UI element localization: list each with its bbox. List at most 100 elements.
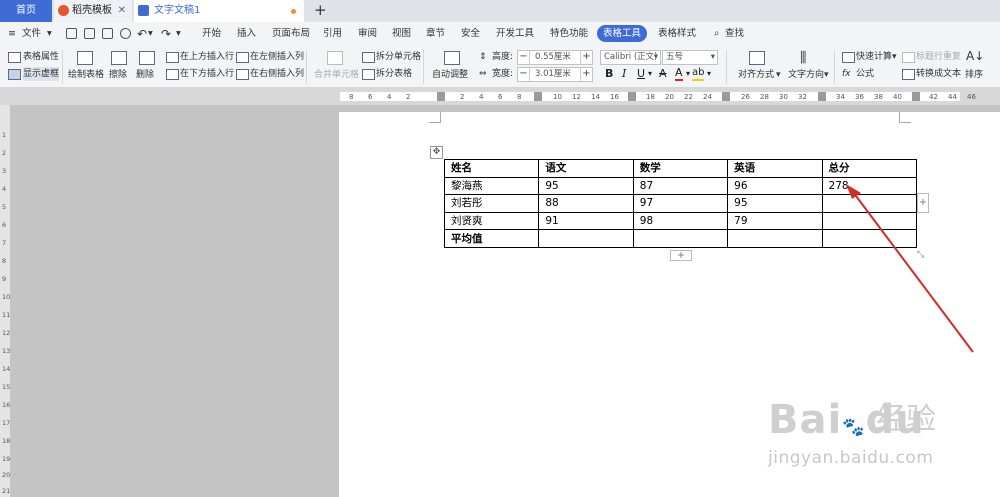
undo-icon[interactable]: ↶ — [137, 22, 147, 46]
chevron-down-icon[interactable]: ▾ — [707, 67, 711, 81]
column-marker[interactable] — [818, 92, 826, 101]
chevron-down-icon[interactable]: ▾ — [892, 50, 897, 64]
table-cell[interactable]: 88 — [538, 194, 634, 213]
sort-button[interactable]: 排序 — [965, 68, 983, 82]
total-cell[interactable]: 278 — [821, 176, 918, 196]
italic-button[interactable]: I — [622, 67, 626, 81]
column-marker[interactable] — [912, 92, 920, 101]
table-cell[interactable]: 97 — [632, 194, 729, 213]
total-cell[interactable] — [821, 211, 918, 231]
insert-row-below-button[interactable]: 在下方插入行 — [180, 67, 234, 81]
table-cell[interactable] — [538, 229, 634, 248]
table-cell[interactable]: 95 — [538, 176, 634, 196]
table-cell[interactable]: 96 — [727, 176, 823, 196]
table-move-handle-icon[interactable]: ✥ — [430, 146, 443, 159]
menu-search[interactable]: 查找 — [725, 22, 744, 46]
table-header-cell[interactable]: 总分 — [821, 159, 918, 178]
add-column-button[interactable]: + — [917, 193, 929, 213]
menu-insert[interactable]: 插入 — [237, 22, 256, 46]
table-cell[interactable]: 91 — [538, 211, 634, 231]
chevron-down-icon[interactable]: ▾ — [776, 68, 781, 82]
menu-view[interactable]: 视图 — [392, 22, 411, 46]
tab-template[interactable]: 稻壳模板 ✕ — [54, 0, 132, 22]
hamburger-icon[interactable]: ≡ — [8, 22, 16, 46]
table-cell[interactable]: 刘贤爽 — [443, 211, 540, 231]
vertical-ruler[interactable]: 1 2 3 4 5 6 7 8 9 10 11 12 13 14 15 16 1… — [0, 105, 10, 497]
export-pdf-icon[interactable] — [84, 28, 95, 39]
minus-icon[interactable]: − — [518, 51, 530, 64]
menu-page-layout[interactable]: 页面布局 — [272, 22, 310, 46]
underline-button[interactable]: U — [637, 67, 645, 81]
score-table[interactable]: 姓名 语文 数学 英语 总分 黎海燕 95 87 96 278 刘若彤 88 9… — [443, 159, 918, 248]
convert-to-text-button[interactable]: 转换成文本 — [916, 67, 961, 81]
font-name-select[interactable]: Calibri (正文) ▾ — [600, 50, 661, 65]
menu-security[interactable]: 安全 — [461, 22, 480, 46]
table-header-cell[interactable]: 姓名 — [443, 159, 540, 178]
alignment-button[interactable]: 对齐方式 — [738, 68, 774, 82]
new-tab-plus-icon[interactable]: + — [314, 1, 327, 19]
show-gridlines-button[interactable]: 显示虚框 — [23, 67, 60, 81]
minus-icon[interactable]: − — [518, 68, 530, 81]
menu-developer[interactable]: 开发工具 — [496, 22, 534, 46]
erase-button[interactable]: 擦除 — [109, 68, 127, 82]
menu-chapter[interactable]: 章节 — [426, 22, 445, 46]
text-direction-button[interactable]: 文字方向 — [788, 68, 824, 82]
table-cell[interactable]: 98 — [632, 211, 729, 231]
menu-review[interactable]: 审阅 — [358, 22, 377, 46]
font-size-select[interactable]: 五号 ▾ — [662, 50, 718, 65]
auto-fit-button[interactable]: 自动调整 — [432, 68, 468, 82]
table-header-cell[interactable]: 数学 — [632, 159, 729, 178]
draw-table-button[interactable]: 绘制表格 — [68, 68, 104, 82]
table-cell[interactable]: 95 — [727, 194, 823, 213]
tab-document[interactable]: 文字文稿1 — [134, 0, 304, 22]
formula-button[interactable]: 公式 — [856, 67, 874, 81]
chevron-down-icon[interactable]: ▾ — [824, 68, 829, 82]
height-stepper[interactable]: − 0.55厘米 + — [517, 50, 593, 65]
font-color-button[interactable]: A — [675, 67, 683, 81]
redo-icon[interactable]: ↷ — [161, 22, 171, 46]
print-preview-icon[interactable] — [120, 28, 131, 39]
merge-cells-button[interactable]: 合并单元格 — [314, 68, 359, 82]
repeat-header-button[interactable]: 标题行重复 — [916, 50, 961, 64]
chevron-down-icon[interactable]: ▾ — [47, 22, 52, 46]
table-properties-button[interactable]: 表格属性 — [23, 50, 59, 64]
table-header-cell[interactable]: 英语 — [727, 159, 823, 178]
menu-features[interactable]: 特色功能 — [550, 22, 588, 46]
column-marker[interactable] — [534, 92, 542, 101]
search-icon[interactable]: ⌕ — [714, 22, 719, 46]
column-marker[interactable] — [722, 92, 730, 101]
close-icon[interactable]: ✕ — [118, 0, 126, 22]
table-cell[interactable] — [632, 229, 729, 248]
insert-column-right-button[interactable]: 在右侧插入列 — [250, 67, 304, 81]
chevron-down-icon[interactable]: ▾ — [148, 22, 153, 46]
table-cell[interactable]: 87 — [632, 176, 729, 196]
column-marker[interactable] — [628, 92, 636, 101]
total-cell[interactable] — [821, 229, 918, 248]
add-row-button[interactable]: + — [670, 250, 692, 261]
bold-button[interactable]: B — [605, 67, 613, 81]
column-marker[interactable] — [437, 92, 445, 101]
table-cell[interactable]: 黎海燕 — [443, 176, 540, 196]
insert-column-left-button[interactable]: 在左侧插入列 — [250, 50, 304, 64]
table-cell[interactable]: 平均值 — [443, 229, 540, 248]
total-cell[interactable] — [821, 194, 918, 213]
table-cell[interactable]: 刘若彤 — [443, 194, 540, 213]
plus-icon[interactable]: + — [580, 68, 592, 81]
tab-home[interactable]: 首页 — [0, 0, 52, 22]
menu-file[interactable]: 文件 — [22, 22, 41, 46]
quick-calc-button[interactable]: 快速计算 — [856, 50, 892, 64]
table-resize-handle-icon[interactable]: ⤡ — [917, 250, 927, 260]
print-icon[interactable] — [102, 28, 113, 39]
plus-icon[interactable]: + — [580, 51, 592, 64]
menu-references[interactable]: 引用 — [323, 22, 342, 46]
menu-start[interactable]: 开始 — [202, 22, 221, 46]
chevron-down-icon[interactable]: ▾ — [686, 67, 690, 81]
table-cell[interactable] — [727, 229, 823, 248]
table-cell[interactable]: 79 — [727, 211, 823, 231]
chevron-down-icon[interactable]: ▾ — [648, 67, 652, 81]
menu-table-tools[interactable]: 表格工具 — [597, 25, 648, 42]
split-cells-button[interactable]: 拆分单元格 — [376, 50, 421, 64]
strikethrough-button[interactable]: A — [659, 67, 667, 81]
split-table-button[interactable]: 拆分表格 — [376, 67, 412, 81]
insert-row-above-button[interactable]: 在上方插入行 — [180, 50, 234, 64]
